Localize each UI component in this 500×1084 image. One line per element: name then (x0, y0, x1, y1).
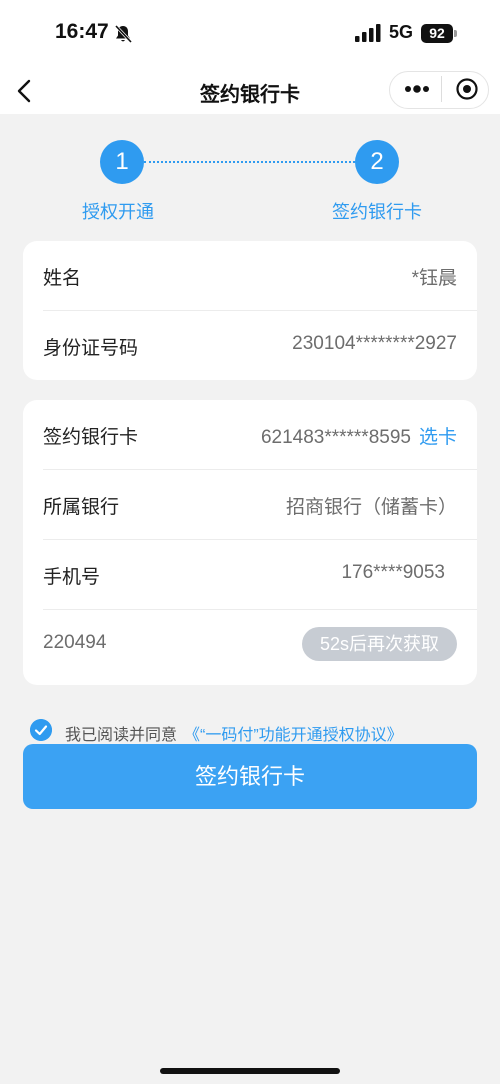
battery-icon: 92 (421, 24, 453, 43)
bank-card-row: 签约银行卡 621483******8595 选卡 (23, 400, 477, 470)
bank-card-form: 签约银行卡 621483******8595 选卡 所属银行 招商银行（储蓄卡） … (23, 400, 477, 685)
status-bar: 16:47 5G 92 (0, 0, 500, 68)
step-2-label: 签约银行卡 (332, 202, 422, 222)
bank-card-value-group: 621483******8595 选卡 (261, 422, 457, 449)
identity-card: 姓名 *钰晨 身份证号码 230104********2927 (23, 241, 477, 380)
step-1-circle: 1 (100, 140, 144, 184)
bank-name-label: 所属银行 (43, 497, 120, 518)
more-icon[interactable] (404, 84, 430, 94)
pick-card-link[interactable]: 选卡 (419, 427, 457, 448)
phone-value: 176****9053 (341, 562, 445, 583)
name-value: *钰晨 (411, 268, 457, 289)
name-row: 姓名 *钰晨 (23, 241, 477, 311)
verification-code-row: 220494 52s后再次获取 (23, 610, 477, 680)
status-time: 16:47 (55, 20, 109, 43)
verification-code-input[interactable]: 220494 (43, 632, 106, 654)
phone-row: 手机号 176****9053 (23, 540, 477, 610)
resend-code-button[interactable]: 52s后再次获取 (301, 627, 457, 661)
bank-name-value: 招商银行（储蓄卡） (285, 497, 457, 518)
step-1-label: 授权开通 (82, 202, 154, 222)
signal-icon (355, 24, 381, 42)
checkbox-checked-icon[interactable] (30, 719, 52, 741)
bank-card-number: 621483******8595 (260, 427, 411, 448)
sign-bank-card-button[interactable]: 签约银行卡 (23, 744, 477, 809)
agreement-row: 我已阅读并同意 《“一码付”功能开通授权协议》 (30, 719, 480, 745)
id-number-row: 身份证号码 230104********2927 (23, 311, 477, 381)
phone-label: 手机号 (43, 567, 101, 588)
id-number-label: 身份证号码 (43, 338, 139, 359)
name-label: 姓名 (43, 268, 82, 289)
capsule-divider (441, 76, 442, 102)
agreement-link[interactable]: 《“一码付”功能开通授权协议》 (184, 721, 403, 745)
step-connector (144, 161, 355, 163)
agreement-prefix: 我已阅读并同意 (65, 727, 178, 744)
battery-cap (454, 30, 457, 37)
close-mini-program-icon[interactable] (455, 77, 479, 101)
bank-name-row: 所属银行 招商银行（储蓄卡） (23, 470, 477, 540)
id-number-value: 230104********2927 (292, 333, 457, 354)
bell-muted-icon (114, 24, 133, 44)
network-type: 5G (389, 22, 414, 42)
step-2-circle: 2 (355, 140, 399, 184)
bank-card-label: 签约银行卡 (43, 427, 139, 448)
home-indicator (160, 1068, 340, 1074)
